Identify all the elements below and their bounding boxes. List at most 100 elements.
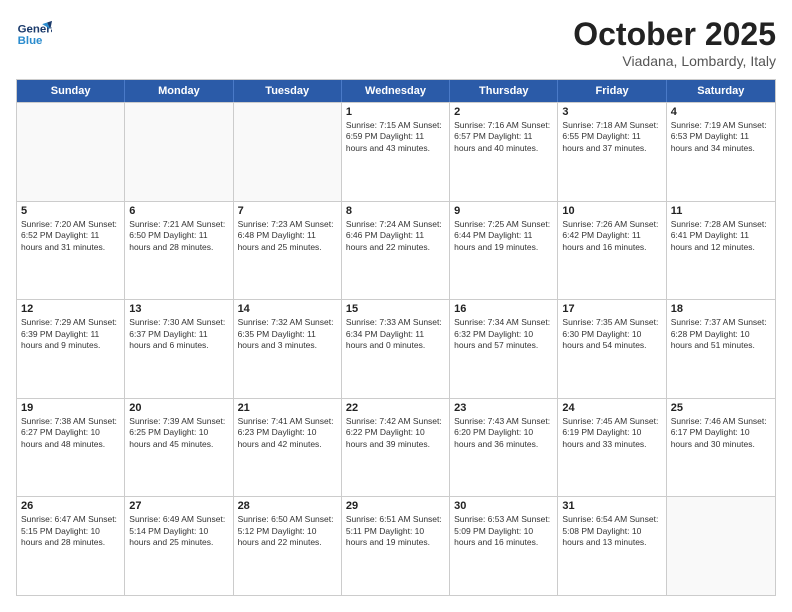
- day-number: 31: [562, 500, 661, 512]
- cell-daylight-info: Sunrise: 6:50 AM Sunset: 5:12 PM Dayligh…: [238, 514, 337, 548]
- day-number: 17: [562, 303, 661, 315]
- calendar-cell: 20Sunrise: 7:39 AM Sunset: 6:25 PM Dayli…: [125, 399, 233, 497]
- page: General Blue October 2025 Viadana, Lomba…: [0, 0, 792, 612]
- calendar-cell: 13Sunrise: 7:30 AM Sunset: 6:37 PM Dayli…: [125, 300, 233, 398]
- day-number: 16: [454, 303, 553, 315]
- calendar-cell: 27Sunrise: 6:49 AM Sunset: 5:14 PM Dayli…: [125, 497, 233, 595]
- cell-daylight-info: Sunrise: 7:23 AM Sunset: 6:48 PM Dayligh…: [238, 219, 337, 253]
- calendar-cell: 8 Sunrise: 7:24 AM Sunset: 6:46 PM Daylig…: [342, 202, 450, 300]
- day-number: 6: [129, 205, 228, 217]
- calendar-cell: 1 Sunrise: 7:15 AM Sunset: 6:59 PM Daylig…: [342, 103, 450, 201]
- day-number: 28: [238, 500, 337, 512]
- day-number: 8: [346, 205, 445, 217]
- calendar-cell: 3Sunrise: 7:18 AM Sunset: 6:55 PM Daylig…: [558, 103, 666, 201]
- calendar-cell: 28 Sunrise: 6:50 AM Sunset: 5:12 PM Dayli…: [234, 497, 342, 595]
- cell-daylight-info: Sunrise: 7:19 AM Sunset: 6:53 PM Dayligh…: [671, 120, 771, 154]
- cell-daylight-info: Sunrise: 7:24 AM Sunset: 6:46 PM Dayligh…: [346, 219, 445, 253]
- day-number: 24: [562, 402, 661, 414]
- calendar-cell: [234, 103, 342, 201]
- cell-daylight-info: Sunrise: 7:15 AM Sunset: 6:59 PM Dayligh…: [346, 120, 445, 154]
- weekday-header: Monday: [125, 80, 233, 102]
- calendar-cell: 30 Sunrise: 6:53 AM Sunset: 5:09 PM Dayli…: [450, 497, 558, 595]
- calendar-header: SundayMondayTuesdayWednesdayThursdayFrid…: [17, 80, 775, 102]
- cell-daylight-info: Sunrise: 7:43 AM Sunset: 6:20 PM Dayligh…: [454, 416, 553, 450]
- calendar-cell: 18 Sunrise: 7:37 AM Sunset: 6:28 PM Dayli…: [667, 300, 775, 398]
- day-number: 1: [346, 106, 445, 118]
- day-number: 27: [129, 500, 228, 512]
- cell-daylight-info: Sunrise: 7:33 AM Sunset: 6:34 PM Dayligh…: [346, 317, 445, 351]
- calendar-row: 12 Sunrise: 7:29 AM Sunset: 6:39 PM Dayli…: [17, 299, 775, 398]
- day-number: 7: [238, 205, 337, 217]
- day-number: 26: [21, 500, 120, 512]
- weekday-header: Thursday: [450, 80, 558, 102]
- calendar-cell: 10Sunrise: 7:26 AM Sunset: 6:42 PM Dayli…: [558, 202, 666, 300]
- svg-text:Blue: Blue: [18, 35, 43, 47]
- calendar-cell: 25 Sunrise: 7:46 AM Sunset: 6:17 PM Dayli…: [667, 399, 775, 497]
- cell-daylight-info: Sunrise: 7:20 AM Sunset: 6:52 PM Dayligh…: [21, 219, 120, 253]
- day-number: 2: [454, 106, 553, 118]
- cell-daylight-info: Sunrise: 6:47 AM Sunset: 5:15 PM Dayligh…: [21, 514, 120, 548]
- weekday-header: Saturday: [667, 80, 775, 102]
- calendar-row: 1 Sunrise: 7:15 AM Sunset: 6:59 PM Daylig…: [17, 102, 775, 201]
- calendar-cell: 31 Sunrise: 6:54 AM Sunset: 5:08 PM Dayli…: [558, 497, 666, 595]
- cell-daylight-info: Sunrise: 6:51 AM Sunset: 5:11 PM Dayligh…: [346, 514, 445, 548]
- day-number: 29: [346, 500, 445, 512]
- day-number: 3: [562, 106, 661, 118]
- cell-daylight-info: Sunrise: 7:32 AM Sunset: 6:35 PM Dayligh…: [238, 317, 337, 351]
- calendar-cell: 7 Sunrise: 7:23 AM Sunset: 6:48 PM Daylig…: [234, 202, 342, 300]
- day-number: 9: [454, 205, 553, 217]
- calendar-cell: [125, 103, 233, 201]
- cell-daylight-info: Sunrise: 7:29 AM Sunset: 6:39 PM Dayligh…: [21, 317, 120, 351]
- calendar-cell: 6 Sunrise: 7:21 AM Sunset: 6:50 PM Daylig…: [125, 202, 233, 300]
- calendar-cell: 23 Sunrise: 7:43 AM Sunset: 6:20 PM Dayli…: [450, 399, 558, 497]
- cell-daylight-info: Sunrise: 7:16 AM Sunset: 6:57 PM Dayligh…: [454, 120, 553, 154]
- calendar-row: 19Sunrise: 7:38 AM Sunset: 6:27 PM Dayli…: [17, 398, 775, 497]
- day-number: 14: [238, 303, 337, 315]
- day-number: 23: [454, 402, 553, 414]
- calendar-cell: 19Sunrise: 7:38 AM Sunset: 6:27 PM Dayli…: [17, 399, 125, 497]
- calendar-cell: 2 Sunrise: 7:16 AM Sunset: 6:57 PM Daylig…: [450, 103, 558, 201]
- day-number: 30: [454, 500, 553, 512]
- day-number: 12: [21, 303, 120, 315]
- day-number: 21: [238, 402, 337, 414]
- weekday-header: Wednesday: [342, 80, 450, 102]
- day-number: 22: [346, 402, 445, 414]
- calendar-cell: 17 Sunrise: 7:35 AM Sunset: 6:30 PM Dayli…: [558, 300, 666, 398]
- cell-daylight-info: Sunrise: 7:42 AM Sunset: 6:22 PM Dayligh…: [346, 416, 445, 450]
- calendar-cell: 5Sunrise: 7:20 AM Sunset: 6:52 PM Daylig…: [17, 202, 125, 300]
- calendar-cell: 16 Sunrise: 7:34 AM Sunset: 6:32 PM Dayli…: [450, 300, 558, 398]
- cell-daylight-info: Sunrise: 6:54 AM Sunset: 5:08 PM Dayligh…: [562, 514, 661, 548]
- cell-daylight-info: Sunrise: 7:39 AM Sunset: 6:25 PM Dayligh…: [129, 416, 228, 450]
- day-number: 25: [671, 402, 771, 414]
- calendar-cell: 24 Sunrise: 7:45 AM Sunset: 6:19 PM Dayli…: [558, 399, 666, 497]
- calendar-body: 1 Sunrise: 7:15 AM Sunset: 6:59 PM Daylig…: [17, 102, 775, 595]
- logo-icon: General Blue: [16, 16, 52, 52]
- calendar-cell: [17, 103, 125, 201]
- weekday-header: Tuesday: [234, 80, 342, 102]
- calendar-cell: 12 Sunrise: 7:29 AM Sunset: 6:39 PM Dayli…: [17, 300, 125, 398]
- day-number: 13: [129, 303, 228, 315]
- calendar-cell: 4 Sunrise: 7:19 AM Sunset: 6:53 PM Daylig…: [667, 103, 775, 201]
- day-number: 10: [562, 205, 661, 217]
- weekday-header: Friday: [558, 80, 666, 102]
- cell-daylight-info: Sunrise: 7:34 AM Sunset: 6:32 PM Dayligh…: [454, 317, 553, 351]
- cell-daylight-info: Sunrise: 7:38 AM Sunset: 6:27 PM Dayligh…: [21, 416, 120, 450]
- calendar-cell: 22 Sunrise: 7:42 AM Sunset: 6:22 PM Dayli…: [342, 399, 450, 497]
- cell-daylight-info: Sunrise: 7:37 AM Sunset: 6:28 PM Dayligh…: [671, 317, 771, 351]
- calendar-cell: 9Sunrise: 7:25 AM Sunset: 6:44 PM Daylig…: [450, 202, 558, 300]
- calendar: SundayMondayTuesdayWednesdayThursdayFrid…: [16, 79, 776, 596]
- cell-daylight-info: Sunrise: 7:21 AM Sunset: 6:50 PM Dayligh…: [129, 219, 228, 253]
- header: General Blue October 2025 Viadana, Lomba…: [16, 16, 776, 69]
- calendar-cell: 26 Sunrise: 6:47 AM Sunset: 5:15 PM Dayli…: [17, 497, 125, 595]
- cell-daylight-info: Sunrise: 6:53 AM Sunset: 5:09 PM Dayligh…: [454, 514, 553, 548]
- day-number: 18: [671, 303, 771, 315]
- cell-daylight-info: Sunrise: 7:46 AM Sunset: 6:17 PM Dayligh…: [671, 416, 771, 450]
- calendar-cell: 21 Sunrise: 7:41 AM Sunset: 6:23 PM Dayli…: [234, 399, 342, 497]
- cell-daylight-info: Sunrise: 7:45 AM Sunset: 6:19 PM Dayligh…: [562, 416, 661, 450]
- cell-daylight-info: Sunrise: 7:41 AM Sunset: 6:23 PM Dayligh…: [238, 416, 337, 450]
- day-number: 4: [671, 106, 771, 118]
- calendar-cell: 15Sunrise: 7:33 AM Sunset: 6:34 PM Dayli…: [342, 300, 450, 398]
- cell-daylight-info: Sunrise: 7:28 AM Sunset: 6:41 PM Dayligh…: [671, 219, 771, 253]
- cell-daylight-info: Sunrise: 7:35 AM Sunset: 6:30 PM Dayligh…: [562, 317, 661, 351]
- calendar-cell: 29 Sunrise: 6:51 AM Sunset: 5:11 PM Dayli…: [342, 497, 450, 595]
